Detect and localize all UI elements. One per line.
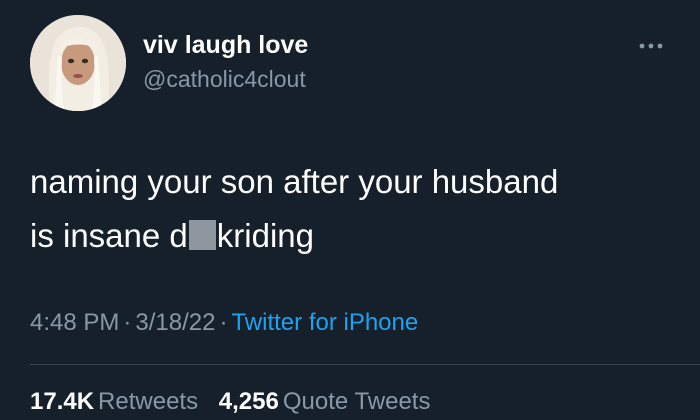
tweet-text: naming your son after your husband is in…	[30, 155, 680, 263]
tweet-line-2-suffix: kriding	[216, 217, 314, 254]
quote-tweets-label: Quote Tweets	[282, 388, 431, 415]
user-handle[interactable]: @catholic4clout	[143, 66, 306, 93]
display-name[interactable]: viv laugh love	[143, 31, 308, 60]
divider	[30, 364, 700, 365]
tweet-line-1: naming your son after your husband	[30, 163, 559, 200]
retweets-label: Retweets	[98, 388, 199, 415]
tweet-source-link[interactable]: Twitter for iPhone	[231, 309, 418, 336]
meta-separator: ·	[123, 309, 132, 336]
tweet-stats: 17.4K Retweets 4,256 Quote Tweets	[30, 388, 444, 416]
retweets-count: 17.4K	[30, 388, 95, 415]
tweet-time[interactable]: 4:48 PM	[30, 309, 119, 336]
tweet-card: viv laugh love @catholic4clout naming yo…	[0, 0, 700, 420]
quote-tweets-count: 4,256	[218, 388, 279, 415]
avatar[interactable]	[30, 15, 126, 111]
quote-tweets-stat[interactable]: 4,256 Quote Tweets	[219, 388, 431, 415]
tweet-line-2: is insane d kriding	[30, 209, 680, 263]
tweet-line-2-prefix: is insane d	[30, 217, 188, 254]
more-horizontal-icon[interactable]	[636, 36, 666, 56]
meta-separator: ·	[219, 309, 228, 336]
tweet-meta: 4:48 PM · 3/18/22 · Twitter for iPhone	[30, 309, 418, 337]
censor-block	[188, 220, 216, 250]
avatar-photo	[30, 15, 126, 111]
retweets-stat[interactable]: 17.4K Retweets	[30, 388, 198, 415]
tweet-date[interactable]: 3/18/22	[135, 309, 215, 336]
